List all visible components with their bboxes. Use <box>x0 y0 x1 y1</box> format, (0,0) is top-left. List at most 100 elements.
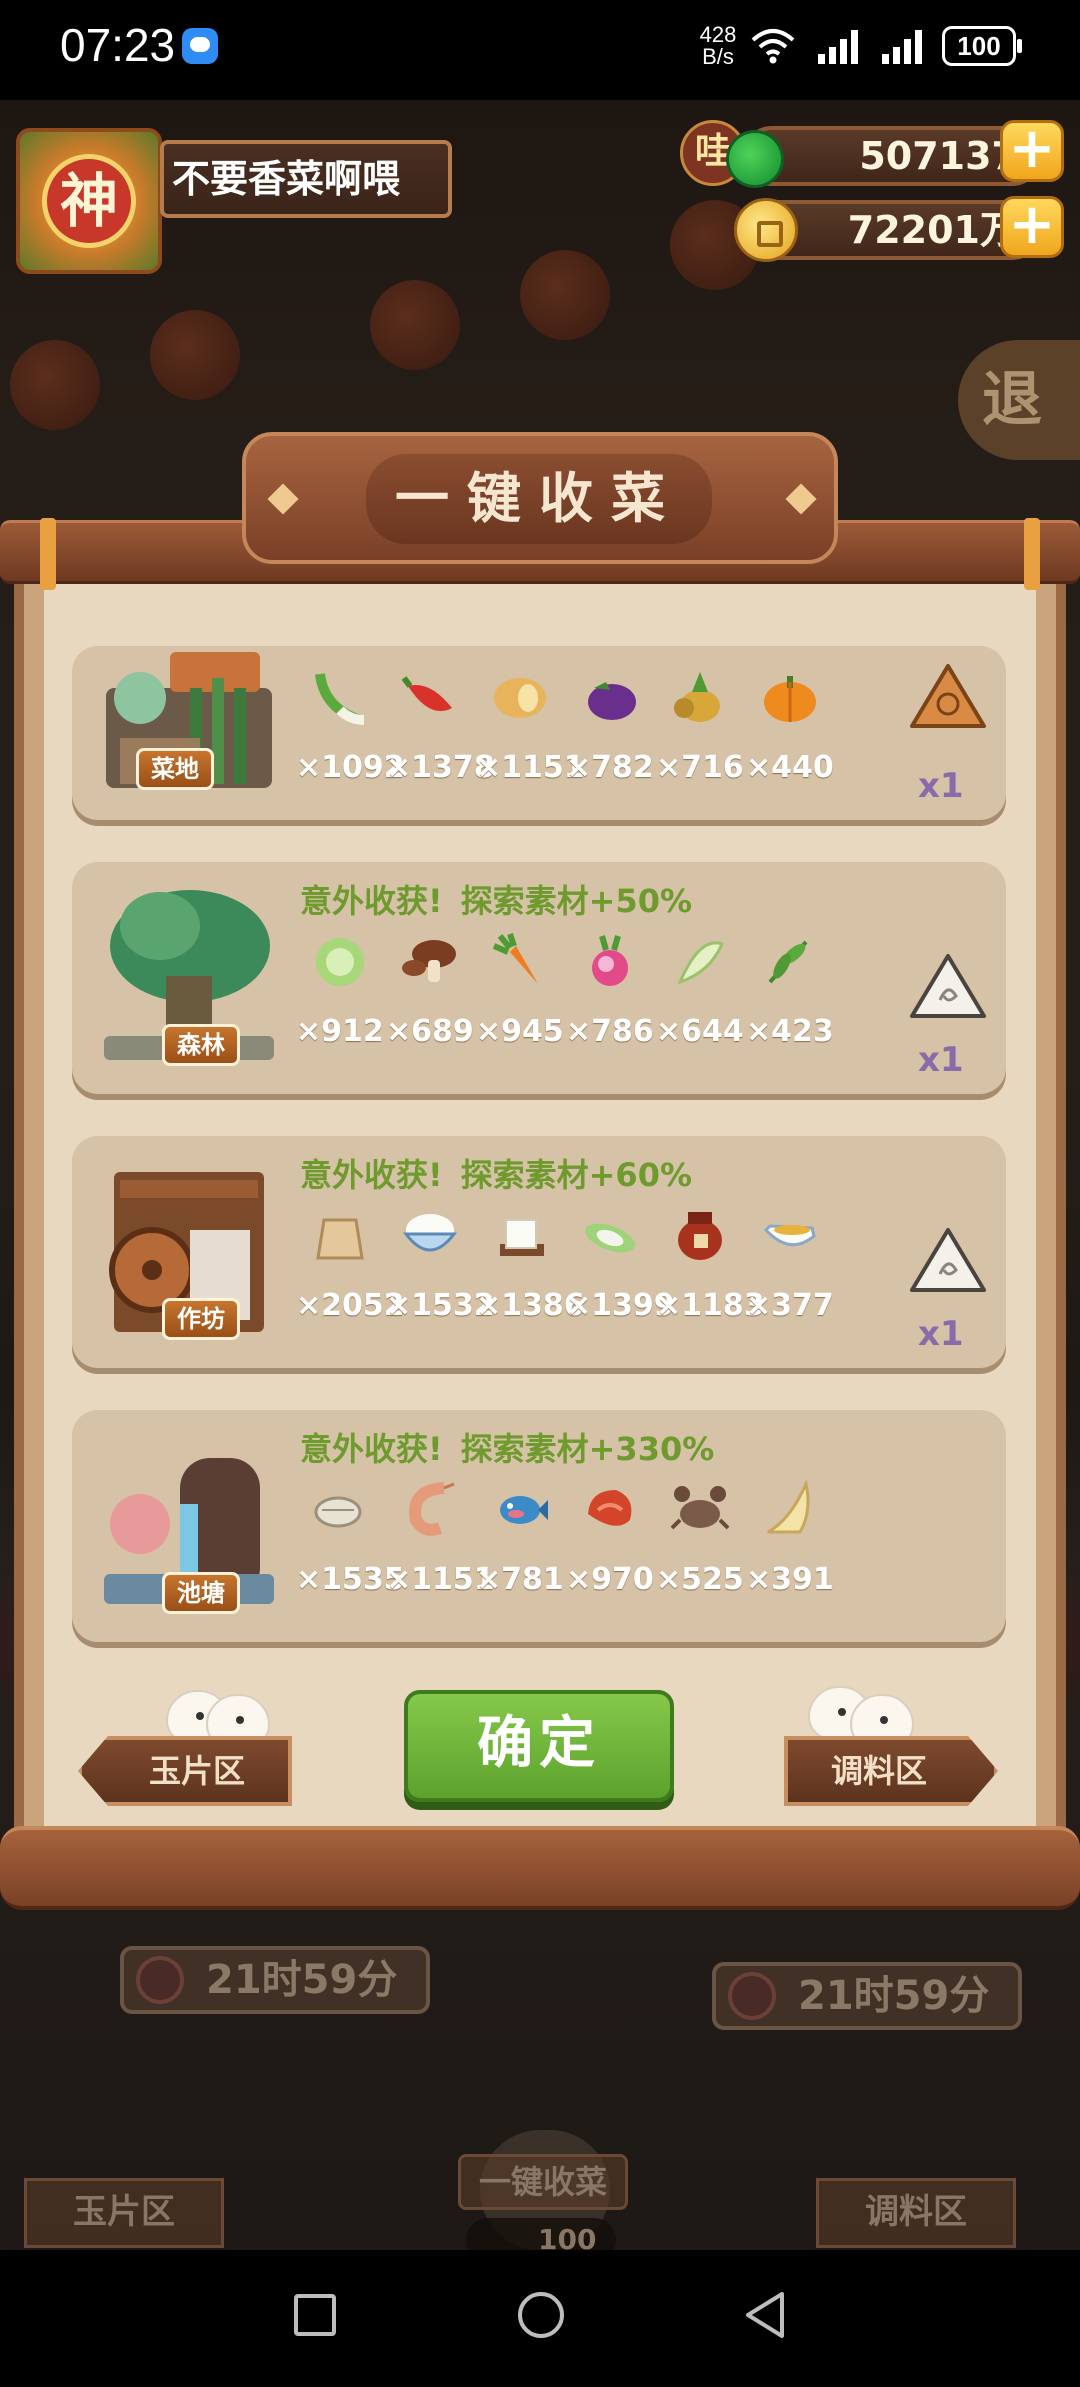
bonus-detail: 探索素材+330% <box>460 1430 715 1468</box>
harvest-item: ×970 <box>566 1480 654 1610</box>
pineapple-icon <box>674 672 720 722</box>
harvest-row-workshop: 作坊 意外收获! 探索素材+60% ×2052 ×1532 ×1386 ×1399 <box>72 1136 1006 1368</box>
harvest-row-farmland: 菜地 ×1092 ×1378 ×1151 ×782 ×716 ×440 x1 <box>72 646 1006 820</box>
bamboo-shoot-icon <box>677 941 725 985</box>
fish-icon <box>500 1496 548 1524</box>
clam-icon <box>314 1496 362 1528</box>
tofu-icon <box>500 1219 544 1256</box>
harvest-row-forest: 森林 意外收获! 探索素材+50% ×912 ×689 ×945 ×786 ×6… <box>72 862 1006 1094</box>
flour-sack-icon <box>316 1218 364 1260</box>
seasoning-area-button[interactable]: 调料区 <box>784 1736 998 1806</box>
location-label: 作坊 <box>162 1298 240 1340</box>
harvest-item: ×1151 <box>476 668 585 798</box>
farmland-location-icon: 菜地 <box>100 648 278 798</box>
player-avatar[interactable]: 神 <box>16 128 162 274</box>
chili-pepper-icon <box>401 676 452 712</box>
harvest-item: ×1183 <box>656 1206 765 1336</box>
harvest-item: ×1532 <box>386 1206 495 1336</box>
message-notification-icon <box>182 28 218 64</box>
bonus-text: 意外收获! 探索素材+330% <box>300 1424 714 1470</box>
carrot-icon <box>492 933 538 984</box>
harvest-item: ×1151 <box>386 1480 495 1610</box>
recent-apps-button[interactable] <box>294 2294 336 2336</box>
harvest-item: ×2052 <box>296 1206 405 1336</box>
herb-icon <box>768 940 808 984</box>
avatar-rank-badge: 神 <box>42 154 136 248</box>
harvest-item: ×423 <box>746 932 834 1062</box>
item-count: ×440 <box>746 750 834 785</box>
white-swirl-stone-icon <box>910 954 986 1018</box>
multiplier: x1 <box>918 1314 964 1354</box>
timer-left: 21时59分 <box>120 1946 430 2014</box>
bonus-text: 意外收获! 探索素材+50% <box>300 876 692 922</box>
harvest-item: ×1535 <box>296 1480 405 1610</box>
harvest-item: ×781 <box>476 1480 564 1610</box>
status-time: 07:23 <box>60 19 176 71</box>
harvest-item: ×1399 <box>566 1206 675 1336</box>
add-jade-button[interactable]: + <box>1000 120 1064 182</box>
harvest-item: ×945 <box>476 932 564 1062</box>
confirm-button[interactable]: 确定 <box>404 1690 674 1802</box>
pin-decoration <box>1024 518 1040 590</box>
cabbage-icon <box>316 938 364 986</box>
rice-leaf-icon <box>585 1223 635 1253</box>
harvest-item: ×1092 <box>296 668 405 798</box>
game-screen: 07:23 428 B/s 100 神 不要香菜啊喂 507137 72201万… <box>0 0 1080 2387</box>
forest-location-icon: 森林 <box>100 886 278 1066</box>
location-label: 菜地 <box>136 748 214 790</box>
gold-coin-icon <box>734 198 798 262</box>
add-coins-button[interactable]: + <box>1000 196 1064 258</box>
jade-area-button[interactable]: 玉片区 <box>78 1736 292 1806</box>
timer-right: 21时59分 <box>712 1962 1022 2030</box>
mushroom-icon <box>402 940 456 982</box>
harvest-item: ×391 <box>746 1480 834 1610</box>
home-button[interactable] <box>518 2292 564 2338</box>
bonus-label: 意外收获! <box>300 1156 443 1194</box>
player-name: 不要香菜啊喂 <box>160 140 452 218</box>
bg-one-click-harvest: 一键收菜 <box>458 2154 628 2210</box>
item-count: ×391 <box>746 1562 834 1597</box>
signal-strength-icon <box>882 30 922 64</box>
harvest-item: ×912 <box>296 932 384 1062</box>
harvest-items: ×1092 ×1378 ×1151 ×782 ×716 ×440 <box>296 668 836 798</box>
panel-title-plate: 一键收菜 <box>242 432 838 564</box>
diamond-decoration <box>785 483 817 515</box>
jade-coin-icon <box>726 130 784 188</box>
harvest-item: ×525 <box>656 1480 744 1610</box>
multiplier: x1 <box>918 1040 964 1080</box>
harvest-item: ×644 <box>656 932 744 1062</box>
wifi-icon <box>751 29 795 64</box>
battery-indicator: 100 <box>942 26 1022 66</box>
back-button[interactable] <box>742 2290 790 2340</box>
bg-jade-area-tag: 玉片区 <box>24 2178 224 2248</box>
diamond-decoration <box>267 483 299 515</box>
sauce-boat-icon <box>763 1224 816 1247</box>
navigation-bar <box>0 2250 1080 2387</box>
exit-button[interactable]: 退 <box>958 340 1080 460</box>
item-count: ×377 <box>746 1288 834 1323</box>
harvest-item: ×782 <box>566 668 654 798</box>
status-bar: 07:23 428 B/s 100 <box>0 0 1080 100</box>
harvest-items: ×2052 ×1532 ×1386 ×1399 ×1183 ×377 <box>296 1206 836 1336</box>
timer-text: 21时59分 <box>206 1957 398 2003</box>
eggplant-icon <box>588 682 636 720</box>
harvest-item: ×689 <box>386 932 474 1062</box>
net-speed-unit: B/s <box>702 44 734 69</box>
multiplier: x1 <box>918 766 964 806</box>
red-meat-icon <box>588 1490 632 1526</box>
pumpkin-icon <box>764 676 816 722</box>
bonus-label: 意外收获! <box>300 882 443 920</box>
jade-currency-icon: 哇 <box>680 120 790 192</box>
bonus-detail: 探索素材+60% <box>460 1156 693 1194</box>
pond-location-icon: 池塘 <box>100 1434 278 1614</box>
scallion-icon <box>315 673 365 725</box>
shrimp-icon <box>409 1482 455 1536</box>
panel-title: 一键收菜 <box>366 454 712 544</box>
bonus-detail: 探索素材+50% <box>460 882 693 920</box>
rice-bowl-icon <box>402 1214 458 1252</box>
harvest-items: ×912 ×689 ×945 ×786 ×644 ×423 <box>296 932 836 1062</box>
harvest-items: ×1535 ×1151 ×781 ×970 ×525 ×391 <box>296 1480 836 1610</box>
bonus-label: 意外收获! <box>300 1430 443 1468</box>
pin-decoration <box>40 518 56 590</box>
harvest-item: ×1386 <box>476 1206 585 1336</box>
